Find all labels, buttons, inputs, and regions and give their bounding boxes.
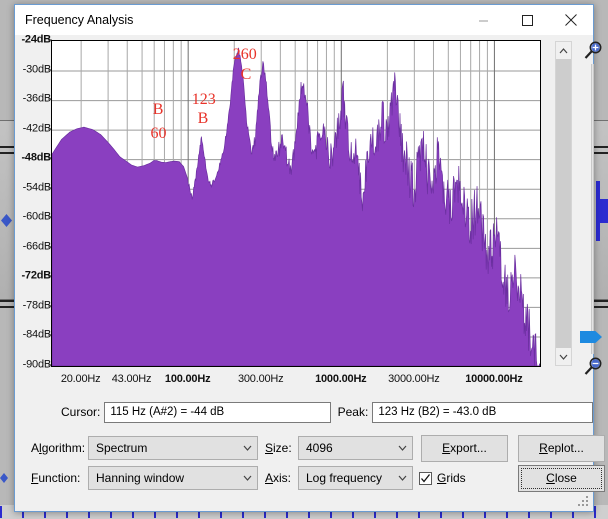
x-axis-tick-label: 20.00Hz <box>60 373 101 385</box>
spectrum-plot <box>52 41 540 366</box>
chart-annotation: 123 <box>191 90 216 108</box>
y-axis-tick-label: -42dB <box>22 122 52 135</box>
window-title: Frequency Analysis <box>25 13 134 27</box>
chevron-down-icon <box>239 475 255 481</box>
spectrum-chart[interactable]: -24dB -30dB -36dB -42dB -48dB -54dB -60dB -66dB… <box>15 33 602 391</box>
chevron-down-icon <box>394 445 410 451</box>
function-combobox[interactable]: Hanning window <box>88 466 258 490</box>
cursor-label: Cursor: <box>61 405 101 419</box>
y-axis-tick-label: -84dB <box>22 328 52 341</box>
y-axis-tick-label: -60dB <box>22 210 52 223</box>
grids-label: Grids <box>437 471 466 485</box>
chart-annotation: B <box>197 110 209 128</box>
x-axis-tick-label: 300.00Hz <box>237 373 284 385</box>
scroll-down-button[interactable] <box>556 348 571 365</box>
y-axis-tick-label: -54dB <box>22 181 52 194</box>
axis-value: Log frequency <box>306 471 383 485</box>
scroll-up-button[interactable] <box>556 42 571 59</box>
chevron-down-icon <box>559 354 568 360</box>
x-axis-tick-label: 10000.00Hz <box>465 373 523 385</box>
x-axis: 20.00Hz 43.00Hz 100.00Hz 300.00Hz 1000.00Hz 3… <box>51 369 543 391</box>
background-track-rule <box>0 306 14 308</box>
zoom-out-button[interactable] <box>582 356 604 378</box>
readout-row: Cursor: 115 Hz (A#2) = -44 dB Peak: 123 … <box>15 399 593 425</box>
size-value: 4096 <box>306 441 333 455</box>
background-track-rule <box>0 152 14 154</box>
minimize-icon <box>478 20 488 21</box>
y-axis-tick-label: -72dB <box>21 269 51 282</box>
chevron-down-icon <box>394 475 410 481</box>
algorithm-combobox[interactable]: Spectrum <box>88 436 258 460</box>
chart-annotation: B <box>152 100 164 118</box>
y-axis-tick-label: -78dB <box>22 299 52 312</box>
chart-annotation: 60 <box>150 125 167 143</box>
x-axis-tick-label: 1000.00Hz <box>315 373 367 385</box>
y-axis-tick-label: -30dB <box>22 63 52 76</box>
background-track-rule <box>0 146 14 148</box>
close-dialog-button[interactable]: Close <box>518 464 605 492</box>
zoom-slider-thumb[interactable] <box>580 331 602 343</box>
background-envelope-handle[interactable] <box>0 473 8 483</box>
y-axis-tick-label: -90dB <box>22 358 52 371</box>
peak-label: Peak: <box>337 405 369 419</box>
grids-checkbox[interactable]: Grids <box>419 471 466 485</box>
y-axis-tick-label: -24dB <box>21 33 51 46</box>
algorithm-value: Spectrum <box>96 441 148 455</box>
window-controls <box>461 5 593 35</box>
function-value: Hanning window <box>96 471 185 485</box>
size-combobox[interactable]: 4096 <box>298 436 413 460</box>
vertical-scrollbar[interactable] <box>555 41 572 366</box>
size-label: Size: <box>265 441 292 455</box>
replot-button[interactable]: Replot... <box>518 434 605 462</box>
zoom-slider-track[interactable] <box>591 64 594 354</box>
y-axis-tick-label: -48dB <box>21 151 51 164</box>
axis-label: Axis: <box>265 471 292 485</box>
y-axis-tick-label: -36dB <box>22 92 52 105</box>
maximize-button[interactable] <box>505 5 549 35</box>
maximize-icon <box>521 14 533 26</box>
x-axis-tick-label: 3000.00Hz <box>388 373 440 385</box>
title-bar[interactable]: Frequency Analysis <box>15 5 593 35</box>
zoom-in-button[interactable] <box>582 40 604 62</box>
peak-value: 123 Hz (B2) = -43.0 dB <box>378 406 497 418</box>
plot-area[interactable] <box>51 40 541 367</box>
zoom-in-icon <box>584 41 602 59</box>
scrollbar-thumb[interactable] <box>556 59 571 348</box>
frequency-analysis-dialog: Frequency Analysis -24dB -30dB -36dB -42… <box>14 4 605 512</box>
zoom-out-icon <box>584 357 602 375</box>
x-axis-tick-label: 43.00Hz <box>111 373 152 385</box>
close-button[interactable] <box>549 5 593 35</box>
chevron-down-icon <box>239 445 255 451</box>
cursor-value-field[interactable]: 115 Hz (A#2) = -44 dB <box>104 401 331 423</box>
minimize-button[interactable] <box>461 5 505 35</box>
check-icon <box>421 473 431 483</box>
cursor-value: 115 Hz (A#2) = -44 dB <box>110 406 225 418</box>
close-icon <box>565 14 577 26</box>
y-axis: -24dB -30dB -36dB -42dB -48dB -54dB -60dB -66dB… <box>15 33 52 391</box>
export-button[interactable]: Export... <box>421 434 508 462</box>
x-axis-tick-label: 100.00Hz <box>164 373 211 385</box>
zoom-slider-panel <box>577 38 607 390</box>
y-axis-tick-label: -66dB <box>22 240 52 253</box>
axis-combobox[interactable]: Log frequency <box>298 466 413 490</box>
peak-value-field[interactable]: 123 Hz (B2) = -43.0 dB <box>372 401 593 423</box>
background-track-rule <box>0 300 14 302</box>
algorithm-label: Algorithm: <box>31 441 86 455</box>
chevron-up-icon <box>559 47 568 53</box>
spectrum-trace <box>52 47 540 366</box>
chart-annotation: 260 <box>232 46 257 64</box>
resize-grip-icon[interactable] <box>577 495 590 508</box>
controls-area: Algorithm: Spectrum Size: 4096 E xport..… <box>15 433 605 511</box>
function-label: Function: <box>31 471 81 485</box>
checkbox-box <box>419 471 432 485</box>
chart-annotation: C <box>240 66 252 84</box>
